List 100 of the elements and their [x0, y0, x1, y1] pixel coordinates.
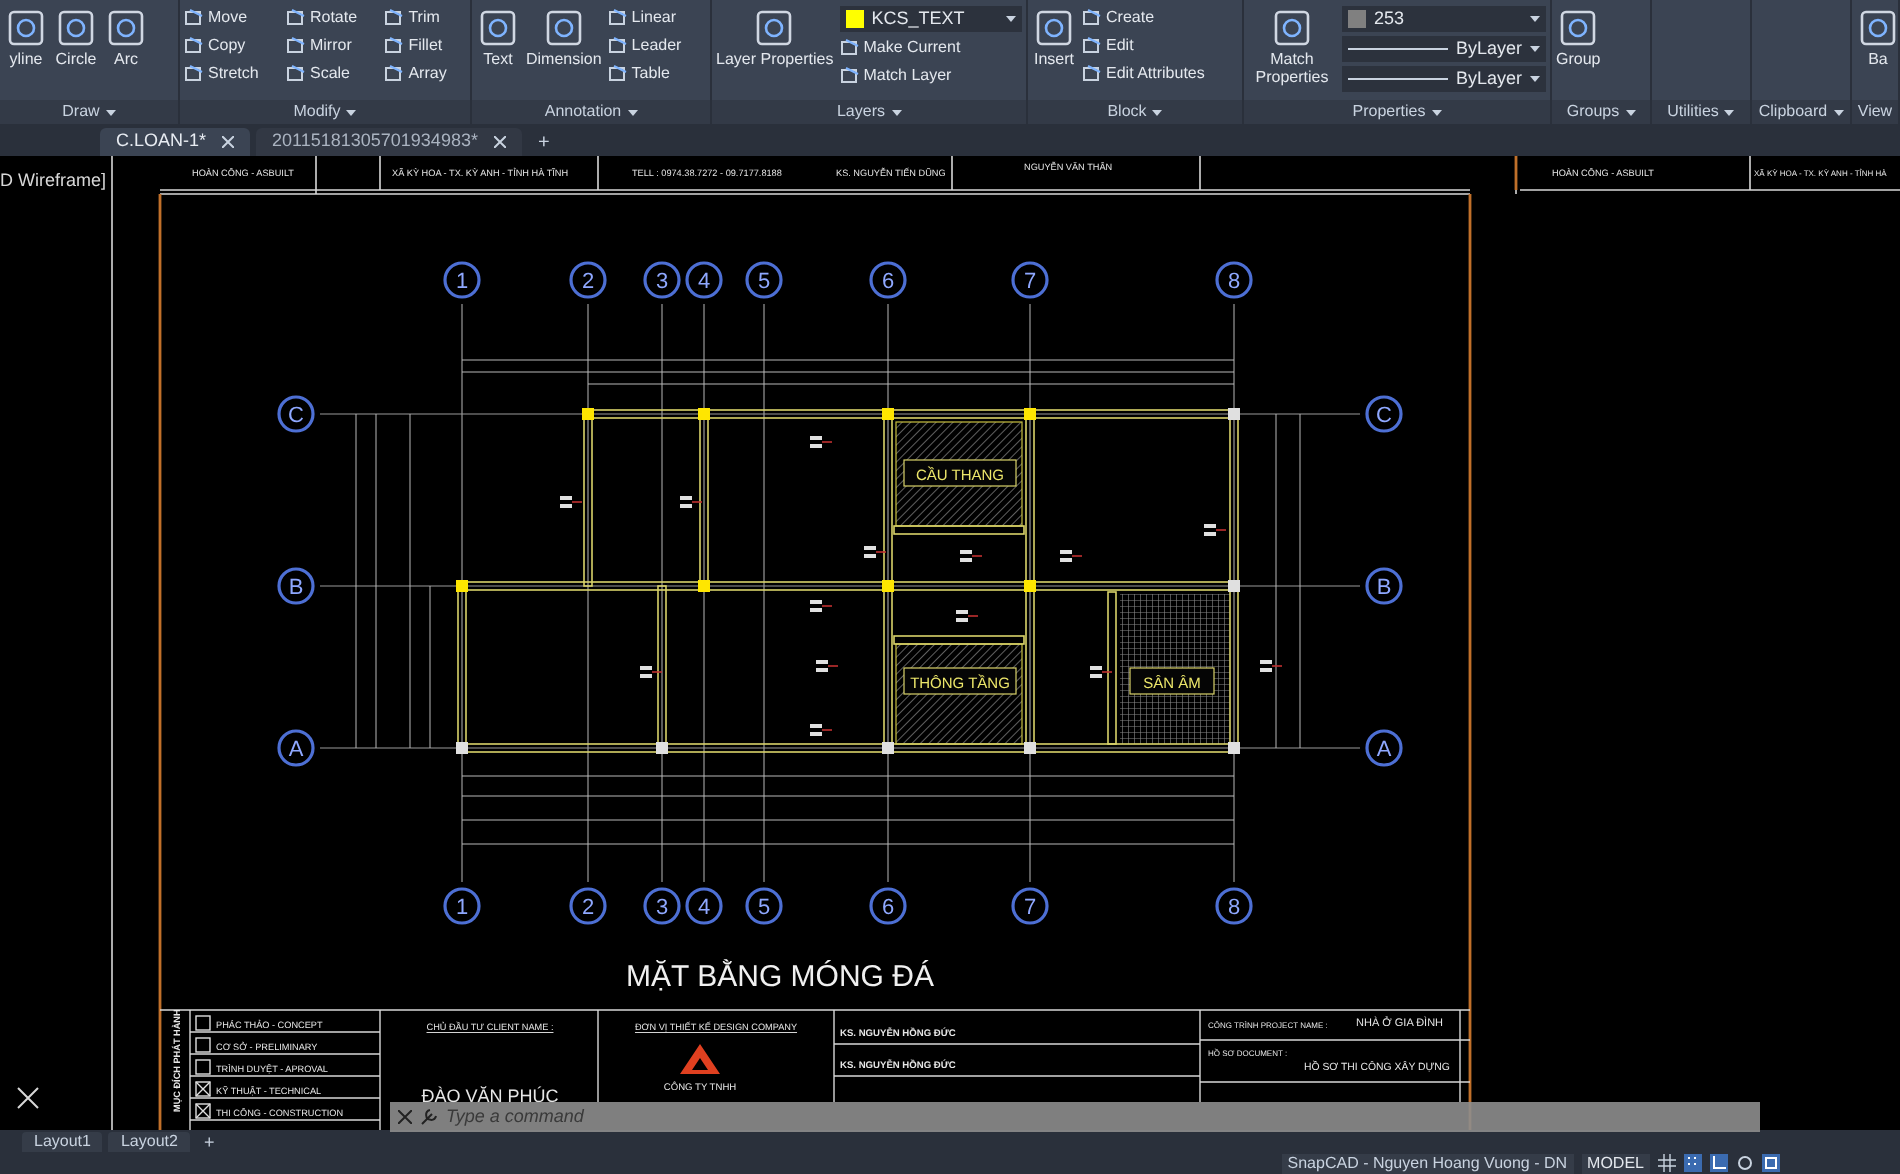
ribbon-tool-button[interactable]: yline — [4, 6, 48, 68]
panel-title: Groups — [1566, 100, 1620, 124]
ribbon-tool-button[interactable]: Edit Attributes — [1082, 62, 1238, 84]
ribbon-tool-button[interactable]: Stretch — [184, 62, 278, 84]
tool-icon — [285, 7, 306, 27]
tool-icon — [1856, 6, 1898, 50]
ribbon-tool-button[interactable]: Layer Properties — [716, 6, 834, 68]
osnap-icon[interactable] — [1762, 1154, 1780, 1172]
tool-icon — [1082, 63, 1102, 83]
ribbon-tool-button[interactable]: Table — [607, 62, 706, 84]
grid-bubble: C — [277, 395, 315, 433]
tool-icon — [4, 6, 48, 50]
ribbon-tool-button[interactable]: Fillet — [384, 34, 466, 56]
add-layout-button[interactable]: + — [195, 1131, 223, 1151]
tool-icon — [384, 7, 405, 27]
tool-icon — [384, 63, 405, 83]
caret-icon — [1431, 109, 1442, 115]
ribbon-tool-button[interactable]: Copy — [184, 34, 278, 56]
property-dropdown[interactable]: ByLayer — [1341, 66, 1546, 92]
tool-icon — [104, 6, 148, 50]
caret-icon — [1530, 76, 1540, 82]
close-icon[interactable] — [398, 1110, 412, 1124]
ribbon-tool-button[interactable]: Arc — [104, 6, 148, 68]
panel-title: View — [1857, 100, 1893, 124]
caret-icon — [1625, 109, 1636, 115]
grid-bubble: A — [1365, 729, 1403, 767]
tool-icon — [54, 6, 98, 50]
grid-bubble: 4 — [685, 261, 723, 299]
file-tab[interactable]: 20115181305701934983* — [256, 128, 522, 156]
layer-color-icon — [845, 10, 864, 28]
grid-bubble: 8 — [1215, 887, 1253, 925]
ribbon-tool-button[interactable]: Move — [184, 6, 278, 28]
ribbon-tool-button[interactable]: Group — [1556, 6, 1601, 68]
ribbon-tool-button[interactable]: Match Layer — [839, 64, 1022, 86]
panel-title: Properties — [1352, 100, 1426, 124]
client-name: ĐÀO VĂN PHÚC — [421, 1086, 559, 1106]
ribbon-tool-button[interactable]: Dimension — [526, 6, 602, 68]
tool-icon — [839, 65, 860, 85]
ribbon-tool-button[interactable]: Circle — [54, 6, 98, 68]
close-icon — [222, 136, 235, 148]
caret-icon — [1530, 16, 1540, 22]
tool-icon — [184, 63, 204, 83]
grid-bubble: 1 — [443, 261, 481, 299]
tool-icon — [541, 6, 586, 50]
layout-tab[interactable]: Layout2 — [108, 1131, 190, 1151]
company-logo-icon — [680, 1044, 720, 1074]
ribbon-tool-button[interactable]: Scale — [285, 62, 377, 84]
ribbon-tool-button[interactable]: Rotate — [285, 6, 377, 28]
ribbon-tool-button[interactable]: Insert — [1032, 6, 1076, 68]
ortho-icon[interactable] — [1710, 1154, 1728, 1172]
close-icon — [493, 136, 506, 148]
caret-icon — [1152, 109, 1163, 115]
tool-icon — [1082, 7, 1102, 27]
polar-icon[interactable] — [1736, 1154, 1754, 1172]
property-dropdown[interactable]: ByLayer — [1341, 36, 1546, 62]
ribbon-tool-button[interactable]: Linear — [607, 6, 706, 28]
ribbon-tool-button[interactable]: Array — [384, 62, 466, 84]
drawing-title: MẶT BẰNG MÓNG ĐÁ — [626, 960, 934, 994]
tool-icon — [1269, 6, 1314, 50]
snap-icon[interactable] — [1684, 1154, 1702, 1172]
layout-tab[interactable]: Layout1 — [22, 1131, 103, 1151]
grid-bubble: 6 — [869, 887, 907, 925]
tool-icon — [384, 35, 405, 55]
ribbon-tool-button[interactable]: Create — [1082, 6, 1238, 28]
panel-title: Clipboard — [1758, 100, 1828, 124]
grid-bubble: 1 — [443, 887, 481, 925]
grid-bubble: C — [1365, 395, 1403, 433]
caret-icon — [1006, 16, 1016, 22]
ribbon-tool-button[interactable]: Leader — [607, 34, 706, 56]
file-tab[interactable]: C.LOAN-1* — [100, 128, 251, 156]
ribbon-tool-button[interactable]: Text — [476, 6, 520, 68]
grid-icon[interactable] — [1658, 1154, 1676, 1172]
ribbon-tool-button[interactable]: Mirror — [285, 34, 377, 56]
grid-bubble: 5 — [745, 887, 783, 925]
property-dropdown[interactable]: KCS_TEXT — [839, 6, 1022, 32]
tool-icon — [752, 6, 797, 50]
ribbon-tool-button[interactable]: Trim — [384, 6, 466, 28]
tool-icon — [1556, 6, 1601, 50]
tool-icon — [607, 63, 628, 83]
dropdown-value: ByLayer — [1455, 35, 1522, 62]
panel-title: Layers — [836, 100, 885, 124]
property-dropdown[interactable]: 253 — [1341, 6, 1546, 32]
ribbon-tool-button[interactable]: Make Current — [839, 36, 1022, 58]
panel-title: Annotation — [544, 100, 622, 124]
tool-icon — [184, 7, 204, 27]
grid-bubble: A — [277, 729, 315, 767]
grid-bubble: B — [1365, 567, 1403, 605]
panel-title: Draw — [62, 100, 100, 124]
ribbon-tool-button[interactable]: Ba — [1856, 6, 1898, 68]
caret-icon — [346, 109, 357, 115]
ribbon-tool-button[interactable]: Match Properties — [1248, 6, 1336, 86]
tool-icon — [1032, 6, 1076, 50]
grid-bubble: 7 — [1011, 261, 1049, 299]
ribbon-tool-button[interactable]: Edit — [1082, 34, 1238, 56]
new-tab-button[interactable]: + — [527, 128, 560, 156]
linetype-preview-icon — [1347, 46, 1448, 52]
command-input[interactable]: Type a command — [446, 1106, 846, 1128]
wrench-icon[interactable] — [420, 1108, 438, 1126]
model-space-button[interactable]: MODEL — [1581, 1153, 1650, 1173]
tool-icon — [607, 7, 628, 27]
